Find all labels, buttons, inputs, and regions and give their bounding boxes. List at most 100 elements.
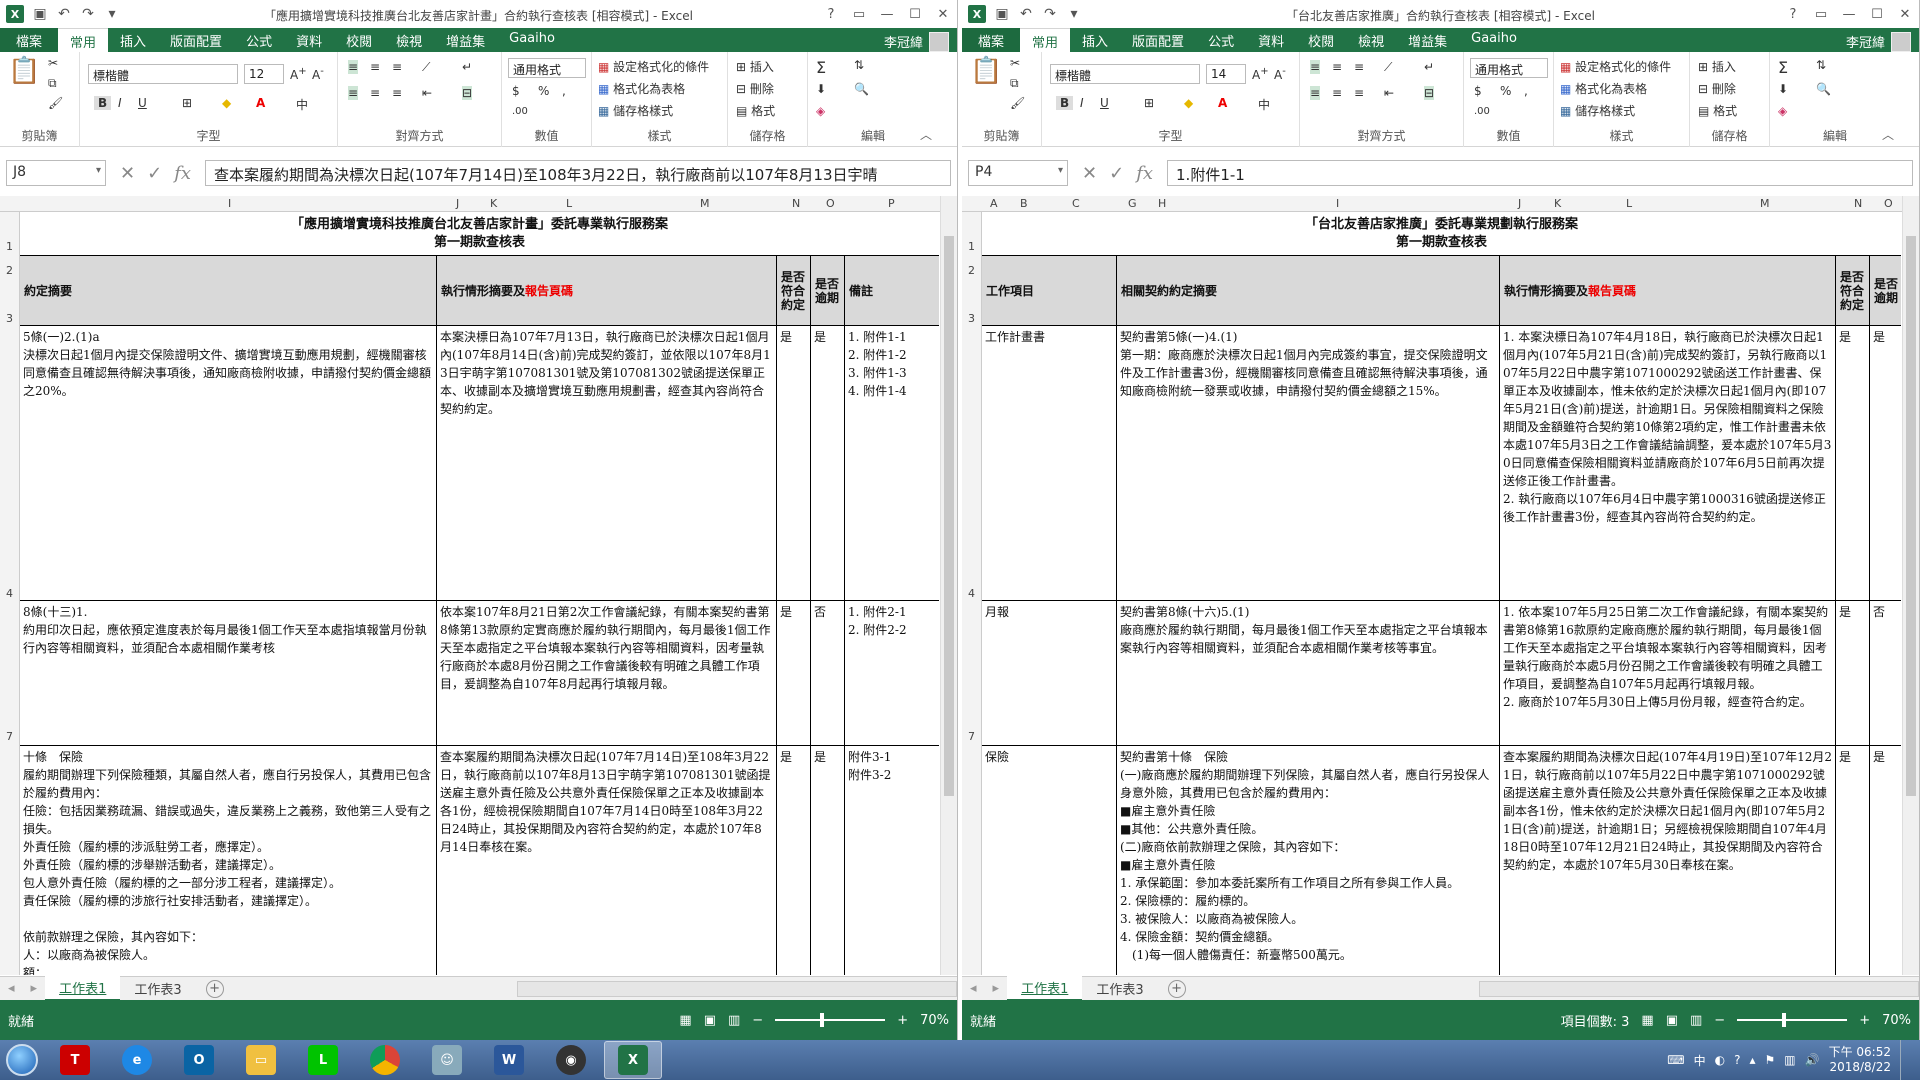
indent-icon[interactable]: ⇤ — [1384, 86, 1394, 100]
sort-filter-icon[interactable]: ⇅ — [1816, 58, 1826, 72]
ribbon-display-icon[interactable]: ▭ — [845, 0, 873, 28]
taskbar-app-outlook[interactable]: O — [170, 1041, 228, 1079]
zoom-slider[interactable] — [775, 1013, 886, 1027]
tab-page-layout[interactable]: 版面配置 — [158, 28, 234, 52]
volume-icon[interactable]: 🔊 — [1805, 1053, 1820, 1067]
header-cell[interactable]: 相關契約約定摘要 — [1117, 256, 1500, 325]
name-box[interactable]: J8 — [6, 160, 106, 186]
tab-addins[interactable]: 增益集 — [434, 28, 497, 52]
column-header[interactable]: K — [1554, 197, 1561, 210]
normal-view-icon[interactable]: ▦ — [679, 1013, 691, 1028]
tab-home[interactable]: 常用 — [58, 28, 109, 52]
column-header[interactable]: B — [1020, 197, 1028, 210]
table-cell[interactable]: 1. 本案決標日為107年4月18日，執行廠商已於決標次日起1個月內(107年5… — [1500, 326, 1836, 600]
fill-icon[interactable]: ⬇ — [1778, 82, 1788, 96]
close-icon[interactable]: ✕ — [1891, 0, 1919, 28]
underline-button[interactable]: U — [138, 96, 147, 110]
save-icon[interactable]: ▣ — [994, 6, 1010, 22]
column-header[interactable]: L — [1626, 197, 1632, 210]
shrink-font-icon[interactable]: A- — [1274, 66, 1286, 82]
align-left-icon[interactable]: ≡ — [348, 86, 359, 100]
table-cell[interactable]: 工作計畫書 — [982, 326, 1117, 600]
vertical-scrollbar[interactable] — [1902, 196, 1919, 975]
zoom-level[interactable]: 70% — [920, 1013, 949, 1028]
table-cell[interactable]: 月報 — [982, 601, 1117, 745]
table-cell[interactable]: 1. 附件1-1 2. 附件1-2 3. 附件1-3 4. 附件1-4 — [845, 326, 939, 600]
find-select-icon[interactable]: 🔍 — [854, 82, 869, 96]
insert-function-icon[interactable]: fx — [174, 163, 191, 184]
sheet-tab[interactable]: 工作表1 — [45, 976, 121, 1001]
header-cell[interactable]: 備註 — [845, 256, 939, 325]
customize-qat-icon[interactable]: ▾ — [1066, 6, 1082, 22]
table-cell[interactable]: 5條(一)2.(1)a 決標次日起1個月內提交保險證明文件、擴增實境互動應用規劃… — [20, 326, 437, 600]
redo-icon[interactable]: ↷ — [1042, 6, 1058, 22]
underline-button[interactable]: U — [1100, 96, 1109, 110]
vertical-scrollbar[interactable] — [940, 196, 957, 975]
increase-decimal-icon[interactable]: .00 — [1474, 106, 1490, 117]
cancel-entry-icon[interactable]: ✕ — [120, 163, 135, 184]
table-cell[interactable]: 是 — [1870, 326, 1901, 600]
table-cell[interactable]: 是 — [1836, 326, 1870, 600]
clock[interactable]: 下午 06:52 2018/8/22 — [1829, 1045, 1891, 1075]
delete-cells-button[interactable]: ⊟ 刪除 — [1698, 80, 1736, 97]
italic-button[interactable]: I — [1080, 96, 1084, 110]
close-icon[interactable]: ✕ — [929, 0, 957, 28]
align-top-icon[interactable]: ≡ — [348, 60, 359, 74]
percent-button[interactable]: % — [538, 84, 549, 98]
tab-review[interactable]: 校閱 — [334, 28, 384, 52]
column-header[interactable]: H — [1158, 197, 1166, 210]
page-layout-view-icon[interactable]: ▣ — [1666, 1013, 1678, 1028]
ime-mode[interactable]: 中 — [1694, 1052, 1706, 1069]
cut-icon[interactable]: ✂ — [1010, 56, 1020, 70]
table-cell[interactable]: 是 — [777, 601, 811, 745]
row-header[interactable]: 4 — [6, 587, 13, 600]
tab-page-layout[interactable]: 版面配置 — [1120, 28, 1196, 52]
align-bottom-icon[interactable]: ≡ — [392, 60, 402, 74]
user-account[interactable]: 李冠緯 — [1838, 28, 1919, 52]
align-center-icon[interactable]: ≡ — [370, 86, 380, 100]
format-cells-button[interactable]: ▤ 格式 — [736, 102, 775, 119]
font-color-icon[interactable]: A — [1218, 96, 1227, 110]
column-header[interactable]: I — [1336, 197, 1339, 210]
minimize-icon[interactable]: — — [873, 0, 901, 28]
add-sheet-icon[interactable]: + — [1167, 979, 1186, 998]
percent-button[interactable]: % — [1500, 84, 1511, 98]
align-middle-icon[interactable]: ≡ — [370, 60, 380, 74]
taskbar-app-chrome[interactable] — [356, 1041, 414, 1079]
collapse-ribbon-icon[interactable]: ︿ — [920, 126, 932, 143]
table-cell[interactable]: 查本案履約期間為決標次日起(107年4月19日)至107年12月21日，執行廠商… — [1500, 746, 1836, 975]
clear-icon[interactable]: ◈ — [1778, 104, 1787, 118]
column-header[interactable]: J — [1518, 197, 1521, 210]
sheet-tab[interactable]: 工作表1 — [1007, 976, 1083, 1001]
taskbar-app-explorer[interactable]: ▭ — [232, 1041, 290, 1079]
ime-icon[interactable]: ⌨ — [1667, 1053, 1684, 1067]
comma-icon[interactable]: , — [562, 84, 566, 98]
zoom-level[interactable]: 70% — [1882, 1013, 1911, 1028]
table-cell[interactable]: 依本案107年8月21日第2次工作會議紀錄，有關本案契約書第8條第13款原約定實… — [437, 601, 777, 745]
undo-icon[interactable]: ↶ — [56, 6, 72, 22]
indent-icon[interactable]: ⇤ — [422, 86, 432, 100]
align-right-icon[interactable]: ≡ — [392, 86, 402, 100]
paste-icon[interactable]: 📋 — [970, 56, 1002, 86]
font-name-box[interactable]: 標楷體 — [1050, 64, 1200, 84]
format-painter-icon[interactable]: 🖌 — [1010, 96, 1025, 110]
delete-cells-button[interactable]: ⊟ 刪除 — [736, 80, 774, 97]
conditional-format-button[interactable]: ▦ 設定格式化的條件 — [598, 58, 709, 75]
save-icon[interactable]: ▣ — [32, 6, 48, 22]
merge-center-icon[interactable]: ⊟ — [1424, 86, 1435, 100]
normal-view-icon[interactable]: ▦ — [1641, 1013, 1653, 1028]
merge-center-icon[interactable]: ⊟ — [462, 86, 473, 100]
row-header[interactable]: 2 — [6, 264, 13, 277]
wrap-text-icon[interactable]: ↵ — [1424, 60, 1434, 74]
fill-color-icon[interactable]: ◆ — [222, 96, 231, 110]
copy-icon[interactable]: ⧉ — [1010, 76, 1019, 91]
header-cell[interactable]: 執行情形摘要及 報告頁碼 — [437, 256, 777, 325]
add-sheet-icon[interactable]: + — [205, 979, 224, 998]
page-break-view-icon[interactable]: ▥ — [728, 1013, 740, 1028]
maximize-icon[interactable]: ☐ — [901, 0, 929, 28]
zoom-in-icon[interactable]: + — [1859, 1013, 1870, 1028]
align-right-icon[interactable]: ≡ — [1354, 86, 1364, 100]
orientation-icon[interactable]: ⟋ — [1384, 60, 1392, 75]
cell-styles-button[interactable]: ▦ 儲存格樣式 — [1560, 102, 1635, 119]
insert-function-icon[interactable]: fx — [1136, 163, 1153, 184]
